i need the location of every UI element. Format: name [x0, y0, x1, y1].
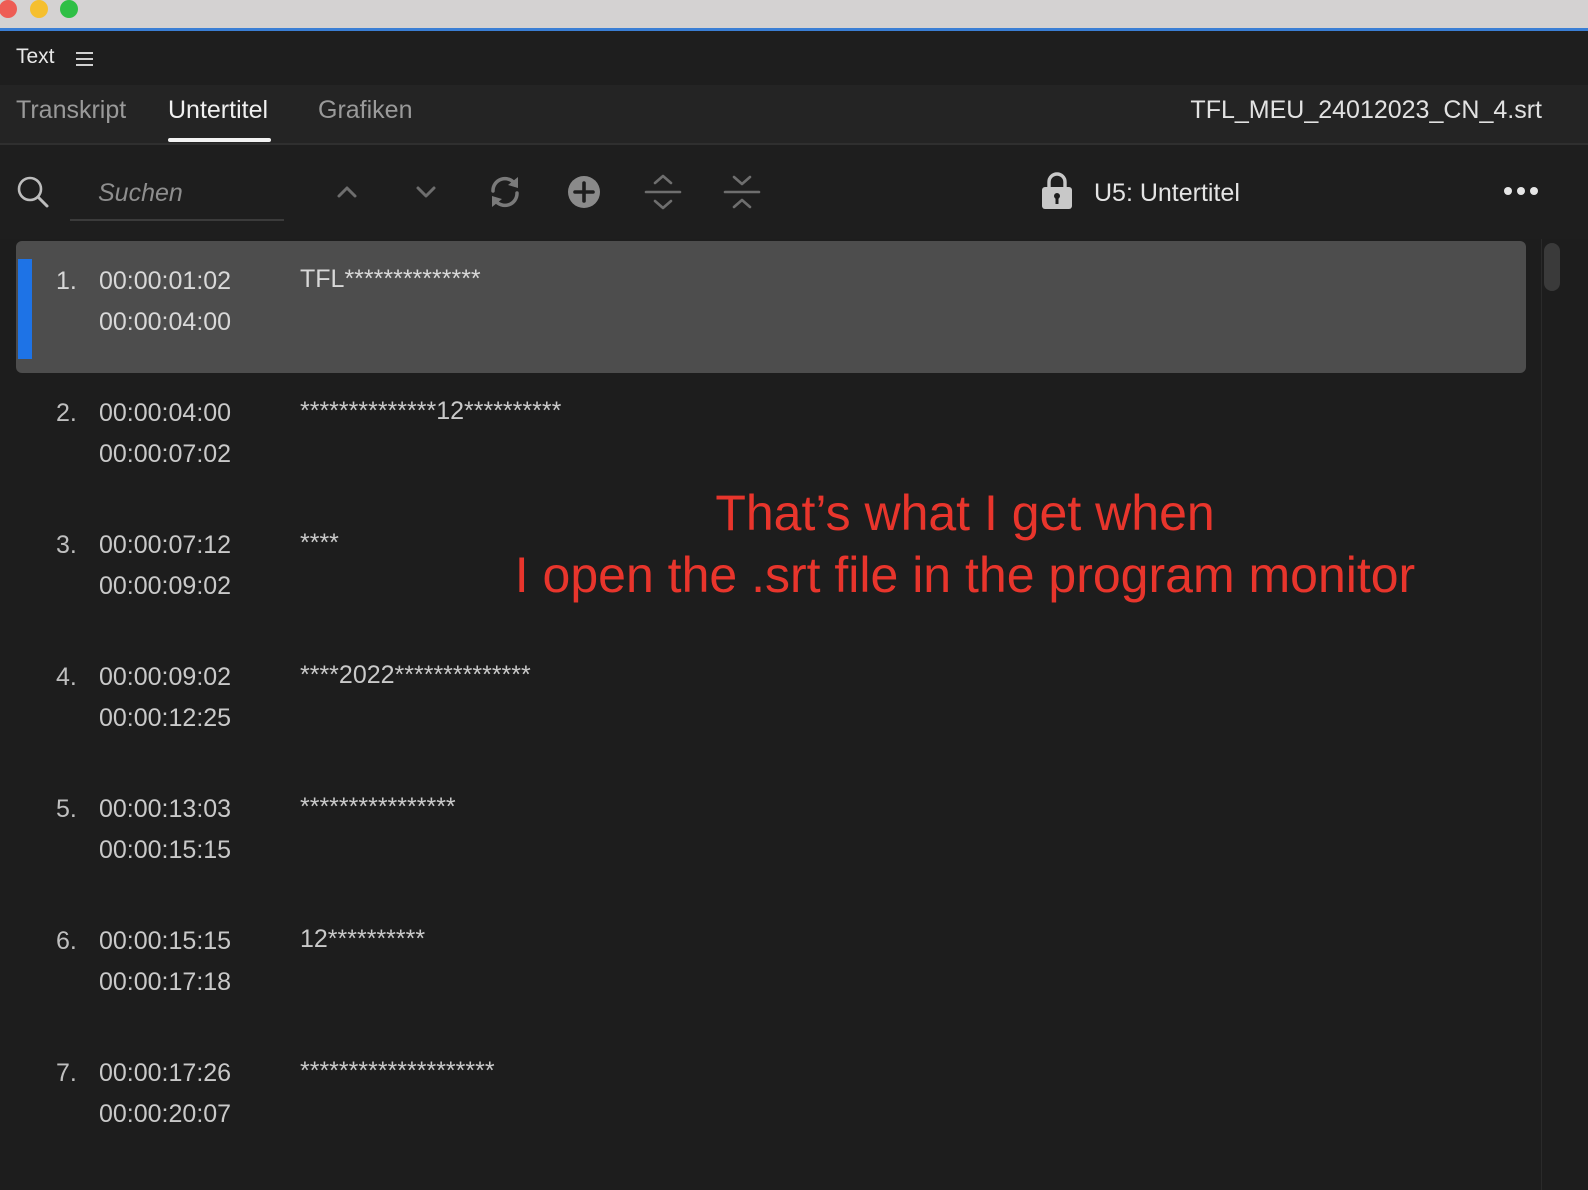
annotation-line-2: I open the .srt file in the program moni…	[514, 547, 1416, 603]
add-circle-icon[interactable]	[564, 172, 604, 212]
caption-row[interactable]: 6. 00:00:15:15 00:00:17:18 12**********	[16, 901, 1526, 1033]
caption-row[interactable]: 5. 00:00:13:03 00:00:15:15 *************…	[16, 769, 1526, 901]
caption-number: 1.	[56, 267, 77, 295]
annotation-line-1: That’s what I get when	[715, 485, 1215, 541]
lock-icon[interactable]	[1040, 171, 1074, 211]
expand-icon[interactable]	[643, 172, 683, 212]
minimize-window-button[interactable]	[30, 0, 48, 18]
search-input[interactable]	[70, 167, 284, 221]
caption-in-time: 00:00:01:02	[99, 267, 232, 295]
caption-number: 7.	[56, 1059, 77, 1087]
caption-text[interactable]: ****2022**************	[300, 661, 531, 690]
close-window-button[interactable]	[0, 0, 17, 18]
search-icon[interactable]	[16, 175, 50, 209]
active-tab-indicator	[168, 138, 271, 142]
window-titlebar	[0, 0, 1588, 28]
caption-in-time: 00:00:17:26	[99, 1059, 232, 1087]
caption-in-time: 00:00:13:03	[99, 795, 232, 823]
caption-text[interactable]: **************12**********	[300, 397, 561, 426]
caption-text[interactable]: ********************	[300, 1057, 495, 1086]
caption-in-time: 00:00:09:02	[99, 663, 232, 691]
caption-out-time: 00:00:04:00	[99, 308, 232, 336]
caption-text[interactable]: 12**********	[300, 925, 425, 954]
caption-out-time: 00:00:20:07	[99, 1100, 232, 1128]
track-label: U5: Untertitel	[1094, 179, 1240, 207]
chevron-down-icon[interactable]	[406, 172, 446, 212]
collapse-icon[interactable]	[722, 172, 762, 212]
caption-row[interactable]: 1. 00:00:01:02 00:00:04:00 TFL**********…	[16, 241, 1526, 373]
caption-list: 1. 00:00:01:02 00:00:04:00 TFL**********…	[16, 239, 1566, 1190]
caption-out-time: 00:00:15:15	[99, 836, 232, 864]
caption-out-time: 00:00:17:18	[99, 968, 232, 996]
selection-marker	[18, 259, 32, 359]
caption-number: 2.	[56, 399, 77, 427]
tab-transkript[interactable]: Transkript	[16, 96, 126, 137]
caption-text[interactable]: TFL**************	[300, 265, 481, 294]
scrollbar-thumb[interactable]	[1544, 243, 1560, 291]
hamburger-icon[interactable]	[76, 52, 93, 66]
sync-icon[interactable]	[485, 172, 525, 212]
caption-number: 3.	[56, 531, 77, 559]
annotation-text: That’s what I get when I open the .srt f…	[480, 482, 1450, 606]
chevron-up-icon[interactable]	[327, 172, 367, 212]
caption-out-time: 00:00:12:25	[99, 704, 232, 732]
panel-header: Text	[0, 31, 1588, 85]
scrollbar-track[interactable]	[1541, 239, 1566, 1190]
caption-in-time: 00:00:07:12	[99, 531, 232, 559]
caption-out-time: 00:00:07:02	[99, 440, 232, 468]
caption-toolbar: U5: Untertitel	[0, 145, 1588, 239]
file-name: TFL_MEU_24012023_CN_4.srt	[1190, 96, 1542, 124]
caption-row[interactable]: 7. 00:00:17:26 00:00:20:07 *************…	[16, 1033, 1526, 1165]
tab-bar: Transkript Untertitel Grafiken TFL_MEU_2…	[0, 85, 1588, 145]
more-icon[interactable]	[1502, 179, 1540, 203]
caption-text[interactable]: ****	[300, 529, 339, 558]
tab-grafiken[interactable]: Grafiken	[318, 96, 412, 137]
caption-text[interactable]: ****************	[300, 793, 456, 822]
caption-in-time: 00:00:15:15	[99, 927, 232, 955]
caption-out-time: 00:00:09:02	[99, 572, 232, 600]
caption-in-time: 00:00:04:00	[99, 399, 232, 427]
caption-row[interactable]: 4. 00:00:09:02 00:00:12:25 ****2022*****…	[16, 637, 1526, 769]
maximize-window-button[interactable]	[60, 0, 78, 18]
caption-number: 6.	[56, 927, 77, 955]
tab-untertitel[interactable]: Untertitel	[168, 96, 268, 137]
panel-title: Text	[16, 45, 55, 68]
caption-number: 4.	[56, 663, 77, 691]
caption-number: 5.	[56, 795, 77, 823]
